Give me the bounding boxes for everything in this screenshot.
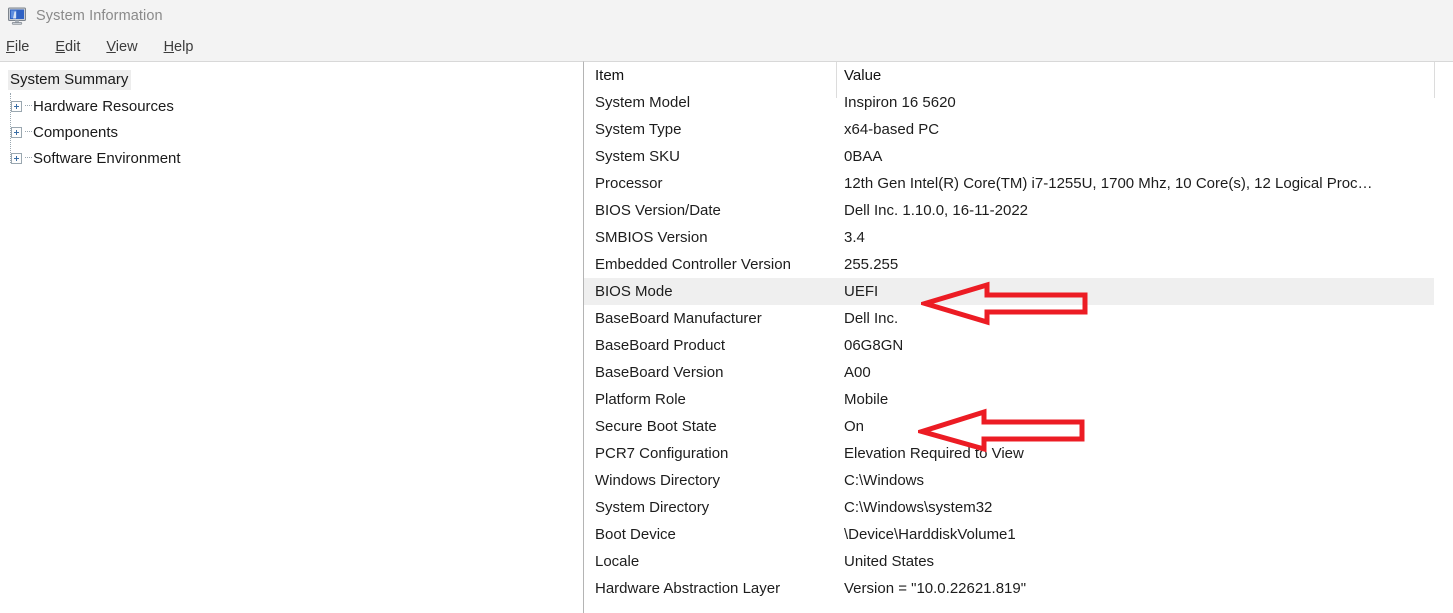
sidebar-item-label: Hardware Resources [33,97,174,115]
row-item-label: BIOS Mode [595,283,673,300]
row-item-label: System SKU [595,148,681,165]
table-header-row: Item Value [584,62,1453,89]
row-value: Version = "10.0.22621.819" [844,580,1027,597]
row-item-label: BaseBoard Product [595,337,726,354]
title-bar: System Information [0,0,1453,32]
table-row[interactable]: Hardware Abstraction Layer Version = "10… [584,575,1453,602]
menu-file[interactable]: File [6,39,42,55]
row-item-label: Boot Device [595,526,676,543]
row-value: Elevation Required to View [844,445,1024,462]
navigation-tree: System Summary Hardware Resources Compon… [0,62,583,171]
sidebar-item-hardware-resources[interactable]: Hardware Resources [5,93,583,119]
row-item-label: Embedded Controller Version [595,256,791,273]
sidebar-item-label: Software Environment [33,149,181,167]
row-value: Mobile [844,391,889,408]
tree-connector-icon [25,157,32,159]
row-item-label: BaseBoard Manufacturer [595,310,762,327]
row-value: 255.255 [844,256,899,273]
row-item-label: BIOS Version/Date [595,202,721,219]
plus-icon[interactable] [11,126,22,138]
table-row[interactable]: System Model Inspiron 16 5620 [584,89,1453,116]
row-item-label: Hardware Abstraction Layer [595,580,781,597]
table-row[interactable]: BaseBoard Manufacturer Dell Inc. [584,305,1453,332]
table-row[interactable]: Boot Device \Device\HarddiskVolume1 [584,521,1453,548]
details-list-pane: Item Value System Model Inspiron 16 5620… [584,61,1453,613]
table-row-bios-mode[interactable]: BIOS Mode UEFI [584,278,1434,305]
row-value: 0BAA [844,148,883,165]
menu-edit-rest: dit [65,38,81,55]
row-value: 06G8GN [844,337,904,354]
tree-connector-icon [25,131,32,133]
sidebar-item-components[interactable]: Components [5,119,583,145]
row-value: C:\Windows\system32 [844,499,993,516]
tree-connector-icon [25,105,32,107]
menu-file-rest: ile [14,38,30,55]
menu-help-accel: H [163,38,175,55]
row-item-label: PCR7 Configuration [595,445,729,462]
table-row[interactable]: PCR7 Configuration Elevation Required to… [584,440,1453,467]
row-value: x64-based PC [844,121,940,138]
table-row[interactable]: Windows Directory C:\Windows [584,467,1453,494]
sidebar-item-system-summary[interactable]: System Summary [5,67,583,93]
table-row[interactable]: Locale United States [584,548,1453,575]
row-item-label: Processor [595,175,663,192]
menu-edit[interactable]: Edit [55,39,93,55]
row-value: Dell Inc. 1.10.0, 16-11-2022 [844,202,1029,219]
menu-edit-accel: E [55,38,66,55]
row-value: United States [844,553,935,570]
row-value: On [844,418,865,435]
table-row[interactable]: BIOS Version/Date Dell Inc. 1.10.0, 16-1… [584,197,1453,224]
table-row[interactable]: Processor 12th Gen Intel(R) Core(TM) i7-… [584,170,1453,197]
column-header-value[interactable]: Value [836,67,1434,84]
table-row[interactable]: Embedded Controller Version 255.255 [584,251,1453,278]
table-row[interactable]: SMBIOS Version 3.4 [584,224,1453,251]
row-item-label: System Type [595,121,682,138]
sidebar-item-label: Components [33,123,119,141]
sidebar-item-software-environment[interactable]: Software Environment [5,145,583,171]
row-item-label: Secure Boot State [595,418,717,435]
row-item-label: SMBIOS Version [595,229,708,246]
table-row[interactable]: System Type x64-based PC [584,116,1453,143]
row-item-label: Windows Directory [595,472,721,489]
system-information-window: System Information File Edit View Help S… [0,0,1453,613]
row-value: 12th Gen Intel(R) Core(TM) i7-1255U, 170… [844,175,1373,192]
table-row[interactable]: System Directory C:\Windows\system32 [584,494,1453,521]
navigation-tree-pane: System Summary Hardware Resources Compon… [0,61,584,613]
menu-file-accel: F [6,38,15,55]
menu-view-rest: iew [115,38,138,55]
computer-monitor-icon [7,6,27,26]
row-item-label: Locale [595,553,640,570]
row-item-label: Platform Role [595,391,686,408]
menu-view[interactable]: View [106,39,150,55]
sidebar-item-label: System Summary [8,70,132,90]
row-value: Inspiron 16 5620 [844,94,956,111]
row-value: \Device\HarddiskVolume1 [844,526,1016,543]
table-row-secure-boot-state[interactable]: Secure Boot State On [584,413,1453,440]
table-row[interactable]: System SKU 0BAA [584,143,1453,170]
menu-bar: File Edit View Help [0,32,1453,61]
row-value: 3.4 [844,229,865,246]
row-value: C:\Windows [844,472,925,489]
row-item-label: BaseBoard Version [595,364,724,381]
menu-help-rest: elp [174,38,194,55]
table-row[interactable]: Platform Role Mobile [584,386,1453,413]
table-row[interactable]: BaseBoard Product 06G8GN [584,332,1453,359]
row-item-label: System Model [595,94,691,111]
plus-icon[interactable] [11,152,22,164]
plus-icon[interactable] [11,100,22,112]
row-value: A00 [844,364,871,381]
menu-view-accel: V [106,38,116,55]
row-item-label: System Directory [595,499,710,516]
table-row[interactable]: BaseBoard Version A00 [584,359,1453,386]
column-header-item[interactable]: Item [584,67,836,84]
menu-help[interactable]: Help [164,39,207,55]
window-title: System Information [36,8,163,24]
content-panes: System Summary Hardware Resources Compon… [0,61,1453,613]
row-value: UEFI [844,283,879,300]
row-value: Dell Inc. [844,310,899,327]
